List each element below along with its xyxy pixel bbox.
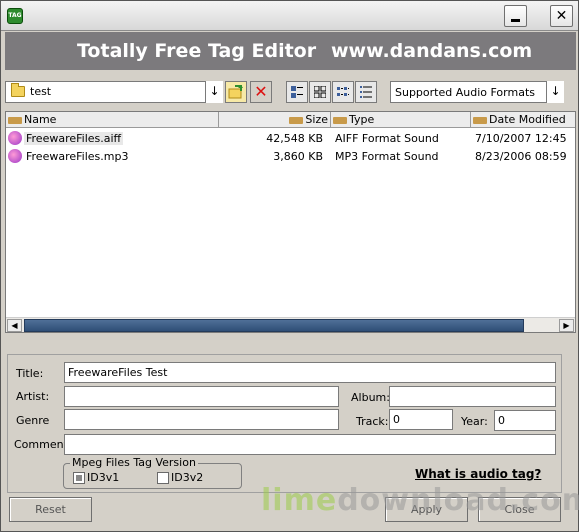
formats-value: Supported Audio Formats [395, 86, 535, 99]
file-type-cell: MP3 Format Sound [335, 150, 439, 163]
file-date-cell: 8/23/2006 08:59 [475, 150, 567, 163]
horizontal-scrollbar[interactable]: ◀ ▶ [6, 317, 575, 332]
sort-icon [289, 117, 304, 124]
column-header-date[interactable]: Date Modified [471, 112, 575, 128]
file-date-cell: 7/10/2007 12:45 [475, 132, 567, 145]
app-icon: TAG [7, 8, 23, 24]
close-icon: ✕ [555, 8, 568, 24]
file-size-cell: 42,548 KB [266, 132, 323, 145]
year-field[interactable]: 0 [494, 410, 556, 431]
file-size-cell: 3,860 KB [273, 150, 323, 163]
column-header-size[interactable]: Size [219, 112, 331, 128]
title-field[interactable]: FreewareFiles Test [64, 362, 556, 383]
id3v1-label: ID3v1 [87, 471, 120, 484]
id3v2-label: ID3v2 [171, 471, 204, 484]
file-type-cell: AIFF Format Sound [335, 132, 439, 145]
file-list-header: Name Size Type Date Modified [6, 112, 575, 128]
sort-icon [8, 117, 22, 124]
track-field[interactable]: 0 [389, 409, 453, 430]
website-label: www.dandans.com [331, 40, 533, 62]
table-row[interactable]: FreewareFiles.mp3 3,860 KB MP3 Format So… [6, 148, 575, 165]
artist-label: Artist: [16, 390, 50, 403]
comment-label: Comment: [14, 438, 72, 451]
large-icons-view-button[interactable] [286, 81, 308, 103]
details-view-icon [360, 86, 372, 98]
chevron-down-icon[interactable]: ↓ [205, 81, 223, 103]
column-header-type[interactable]: Type [331, 112, 471, 128]
file-name-cell: FreewareFiles.mp3 [8, 148, 218, 165]
audio-file-icon [8, 131, 22, 145]
list-view-icon [337, 87, 349, 96]
column-header-name[interactable]: Name [6, 112, 219, 128]
open-folder-icon [228, 85, 244, 103]
track-label: Track: [356, 415, 389, 428]
folder-select[interactable]: test ↓ [5, 81, 223, 103]
app-window: TAG ✕ Totally Free Tag Editor www.dandan… [0, 0, 579, 532]
scroll-right-button[interactable]: ▶ [559, 319, 574, 332]
genre-label: Genre [16, 414, 50, 427]
small-icons-view-icon [314, 86, 326, 98]
mpeg-group-title: Mpeg Files Tag Version [70, 456, 198, 469]
close-window-button[interactable]: ✕ [550, 5, 573, 27]
table-row[interactable]: FreewareFiles.aiff 42,548 KB AIFF Format… [6, 130, 575, 147]
formats-select[interactable]: Supported Audio Formats ↓ [390, 81, 564, 103]
file-name-cell: FreewareFiles.aiff [8, 130, 218, 147]
delete-icon: ✕ [254, 82, 268, 101]
app-banner: Totally Free Tag Editor www.dandans.com [5, 32, 576, 70]
title-bar: TAG ✕ [1, 1, 578, 31]
large-icons-view-icon [291, 86, 303, 98]
sort-icon [473, 117, 487, 124]
minimize-button[interactable] [504, 5, 527, 27]
app-title: Totally Free Tag Editor [77, 40, 317, 62]
id3v2-checkbox[interactable] [157, 472, 169, 484]
comment-field[interactable] [64, 434, 556, 455]
mpeg-tag-version-group: Mpeg Files Tag Version ID3v1 ID3v2 [63, 456, 242, 489]
album-label: Album: [351, 391, 390, 404]
folder-icon [11, 83, 25, 97]
title-label: Title: [16, 367, 44, 380]
open-folder-button[interactable] [225, 81, 247, 103]
sort-icon [333, 117, 347, 124]
what-is-audio-tag-link[interactable]: What is audio tag? [415, 467, 541, 481]
file-list[interactable]: Name Size Type Date Modified FreewareFil… [5, 111, 576, 333]
album-field[interactable] [389, 386, 556, 407]
details-view-button[interactable] [355, 81, 377, 103]
small-icons-view-button[interactable] [309, 81, 331, 103]
delete-button[interactable]: ✕ [250, 81, 272, 103]
audio-file-icon [8, 149, 22, 163]
list-view-button[interactable] [332, 81, 354, 103]
id3v1-checkbox[interactable] [73, 472, 85, 484]
artist-field[interactable] [64, 386, 339, 407]
genre-field[interactable] [64, 409, 339, 430]
chevron-down-icon[interactable]: ↓ [546, 81, 564, 103]
reset-button[interactable]: Reset [9, 497, 92, 522]
scrollbar-thumb[interactable] [24, 319, 524, 332]
scroll-left-button[interactable]: ◀ [7, 319, 22, 332]
year-label: Year: [461, 415, 488, 428]
folder-value: test [30, 85, 52, 98]
watermark: limedownload.com [261, 483, 579, 518]
